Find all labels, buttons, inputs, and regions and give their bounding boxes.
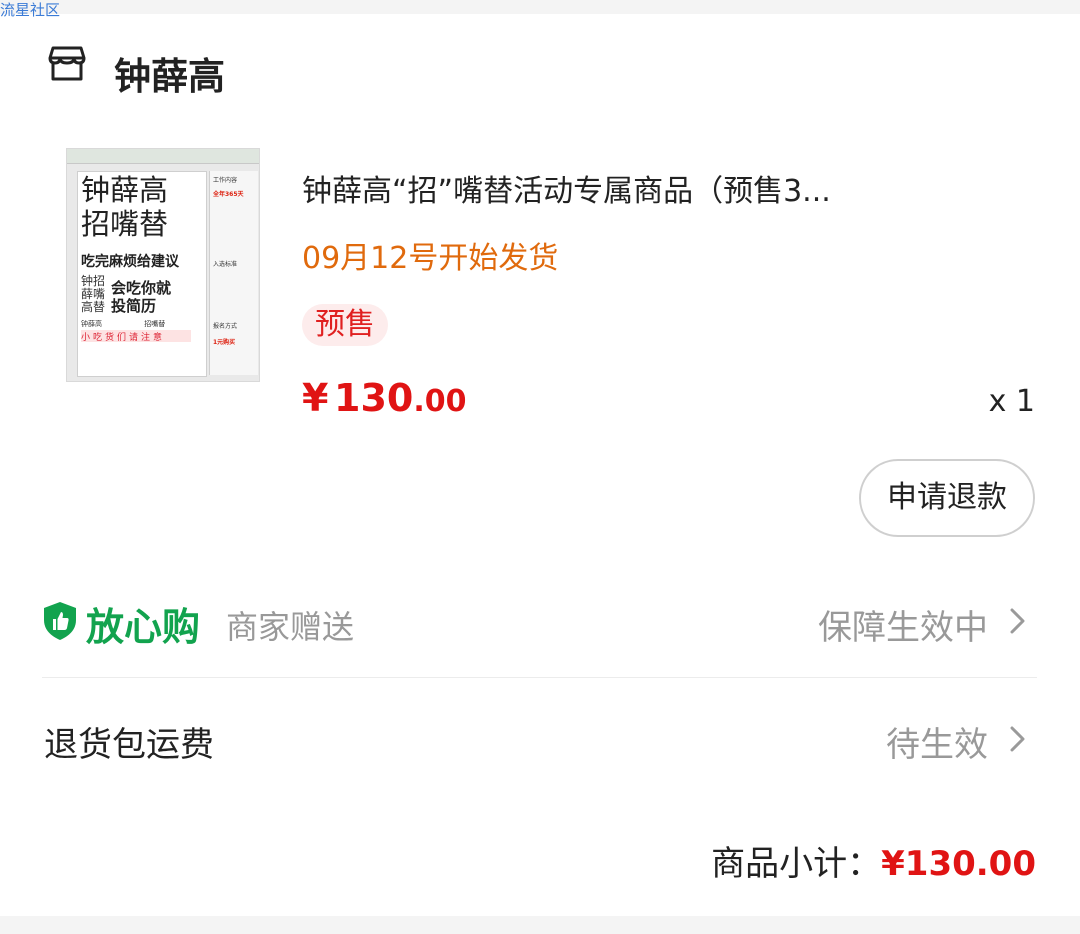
thumb-tagline: 吃完麻烦给建议 [81,254,179,270]
shop-name[interactable]: 钟薛高 [114,46,225,100]
thumb-side-1: 工作内容 [213,177,238,184]
price-symbol: ¥ [302,376,329,420]
assurance-title[interactable]: 放心购 [86,596,200,651]
return-shipping-label: 退货包运费 [44,725,214,765]
assurance-subtitle: 商家赠送 [226,608,355,646]
thumb-banner: 小吃货们请注意 [81,330,191,343]
thumb-side-2: 全年365天 [213,191,244,198]
section-divider [42,677,1037,678]
thumb-call-text: 会吃你就投简历 [111,279,172,315]
ship-date-note: 09月12号开始发货 [302,241,559,276]
thumb-headline-2: 招嘴替 [81,207,169,241]
thumb-footer-right: 招嘴替 [144,320,166,328]
subtotal-label: 商品小计： [711,844,882,884]
thumb-headline: 钟薛高 招嘴替 [81,173,168,241]
return-shipping-status[interactable]: 待生效 [886,717,988,766]
thumb-vertical-text: 钟招薛嘴高替 [81,274,106,314]
thumb-headline-1: 钟薛高 [81,173,169,207]
product-price: ¥ 130.00 [302,376,467,420]
product-quantity: x 1 [988,384,1035,419]
assurance-status[interactable]: 保障生效中 [818,600,988,649]
thumb-side-5: 1元购买 [213,339,236,346]
presale-badge: 预售 [302,304,388,346]
order-item-card: 钟薛高 钟薛高 招嘴替 吃完麻烦给建议 钟招薛嘴高替 会吃你就投简历 钟薛高 招… [0,14,1080,916]
product-thumbnail[interactable]: 钟薛高 招嘴替 吃完麻烦给建议 钟招薛嘴高替 会吃你就投简历 钟薛高 招嘴替 小… [66,148,260,382]
product-title[interactable]: 钟薛高“招”嘴替活动专属商品（预售3... [302,166,831,210]
thumb-footer-left: 钟薛高 [81,320,102,328]
thumbnail-toolbar [67,149,259,164]
store-icon [48,46,86,81]
subtotal-amount: ¥130.00 [881,844,1036,884]
thumb-side-4: 报名方式 [213,323,238,330]
chevron-right-icon[interactable] [1004,604,1030,638]
subtotal-row: 商品小计：¥130.00 [711,836,1036,885]
watermark-text: 流星社区 [0,1,61,19]
thumb-side-3: 入选标准 [213,261,238,268]
shield-thumb-icon [44,602,76,640]
chevron-right-icon[interactable] [1004,722,1030,756]
price-decimal: .00 [413,384,467,419]
thumb-footer: 钟薛高 招嘴替 [81,319,165,329]
price-integer: 130 [334,376,414,420]
refund-button[interactable]: 申请退款 [859,459,1035,537]
